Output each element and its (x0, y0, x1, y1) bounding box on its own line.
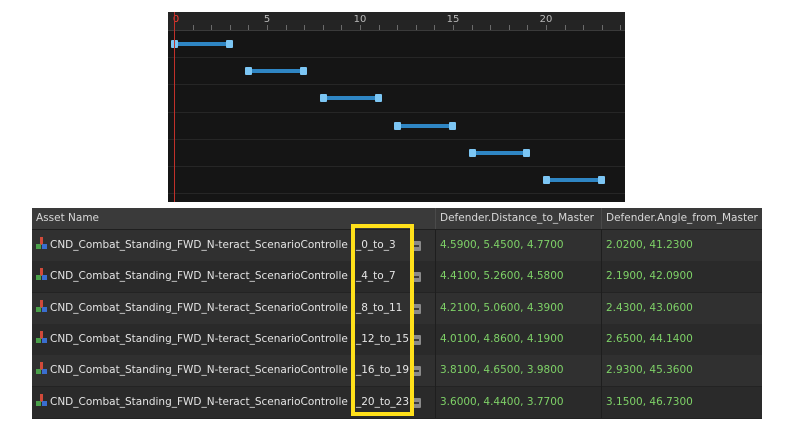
distance-value[interactable]: 4.0100, 4.8600, 4.1900 (436, 324, 600, 355)
ruler-tick-mark (285, 25, 287, 30)
angle-value[interactable]: 2.1900, 42.0900 (602, 261, 762, 292)
asset-icon (36, 268, 47, 281)
distance-value[interactable]: 4.5900, 5.4500, 4.7700 (436, 230, 600, 261)
asset-icon (36, 330, 47, 343)
ruler-tick-mark (304, 25, 306, 30)
ruler-tick-mark (564, 25, 566, 30)
clip-start-handle[interactable] (245, 67, 253, 76)
angle-value[interactable]: 2.4300, 43.0600 (602, 293, 762, 324)
clip-end-handle[interactable] (225, 40, 233, 48)
track-divider (168, 84, 625, 86)
column-divider (601, 229, 602, 418)
asset-name-base: CND_Combat_Standing_FWD_N-teract_Scenari… (50, 270, 348, 283)
ruler-tick-mark (360, 25, 361, 30)
distance-value[interactable]: 3.8100, 4.6500, 3.9800 (436, 355, 600, 386)
angle-value[interactable]: 3.1500, 46.7300 (602, 387, 762, 418)
timeline-clip[interactable] (468, 148, 531, 157)
ruler-tick-mark (453, 25, 454, 30)
timeline-clip[interactable] (171, 40, 233, 48)
ruler-tick-mark (620, 25, 622, 30)
ruler-tick-label: 15 (446, 14, 460, 25)
ruler-tick-mark (527, 25, 529, 30)
timeline-clip[interactable] (543, 176, 605, 184)
ruler-tick-mark (471, 25, 473, 30)
asset-icon (36, 393, 47, 406)
angle-value[interactable]: 2.0200, 41.2300 (602, 230, 762, 261)
track-divider (168, 111, 625, 113)
timeline-clip[interactable] (394, 121, 456, 130)
distance-value[interactable]: 4.2100, 5.0600, 4.3900 (436, 293, 600, 324)
sequencer-timeline[interactable]: 0 5 10 15 20 (168, 12, 625, 202)
asset-name-base: CND_Combat_Standing_FWD_N-teract_Scenari… (50, 239, 348, 251)
asset-name-base: CND_Combat_Standing_FWD_N-teract_Scenari… (50, 301, 348, 314)
track-divider (168, 193, 625, 195)
timeline-clip[interactable] (245, 67, 308, 76)
ruler-tick-mark (490, 25, 492, 30)
clip-start-handle[interactable] (543, 176, 550, 184)
header-distance-to-master[interactable]: Defender.Distance_to_Master (436, 208, 602, 229)
clip-end-handle[interactable] (300, 67, 308, 76)
ruler-tick-label: 20 (539, 14, 553, 25)
header-angle-from-master[interactable]: Defender.Angle_from_Master (602, 208, 762, 229)
ruler-tick-mark (211, 25, 213, 30)
ruler-tick-mark (415, 25, 417, 30)
playhead[interactable] (174, 12, 175, 202)
asset-name-base: CND_Combat_Standing_FWD_N-teract_Scenari… (50, 332, 348, 345)
ruler-tick-mark (546, 25, 547, 30)
clip-start-handle[interactable] (468, 148, 476, 157)
ruler-tick-mark (267, 25, 268, 30)
clip-start-handle[interactable] (319, 94, 327, 103)
time-ruler[interactable]: 0 5 10 15 20 (168, 12, 625, 31)
angle-value[interactable]: 2.6500, 44.1400 (602, 324, 762, 355)
distance-value[interactable]: 4.4100, 5.2600, 4.5800 (436, 261, 600, 292)
suffix-highlight-box (351, 224, 414, 416)
asset-icon (36, 299, 47, 312)
track-divider (168, 57, 625, 59)
ruler-tick-mark (434, 25, 436, 30)
ruler-tick-mark (322, 25, 324, 30)
column-divider (435, 229, 436, 418)
clip-start-handle[interactable] (394, 121, 402, 130)
ruler-tick-mark (341, 25, 343, 30)
ruler-tick-mark (583, 25, 585, 30)
angle-value[interactable]: 2.9300, 45.3600 (602, 355, 762, 386)
ruler-tick-label: 10 (353, 14, 367, 25)
track-divider (168, 138, 625, 140)
asset-icon (36, 237, 47, 249)
asset-name-base: CND_Combat_Standing_FWD_N-teract_Scenari… (50, 395, 348, 408)
ruler-tick-mark (601, 25, 603, 30)
asset-name-base: CND_Combat_Standing_FWD_N-teract_Scenari… (50, 364, 348, 377)
timeline-clip[interactable] (319, 94, 382, 103)
ruler-tick-mark (229, 25, 231, 30)
clip-end-handle[interactable] (597, 176, 605, 184)
ruler-tick-mark (378, 25, 380, 30)
ruler-tick-mark (248, 25, 250, 30)
ruler-tick-mark (192, 25, 194, 30)
ruler-tick-mark (508, 25, 510, 30)
clip-end-handle[interactable] (448, 121, 456, 130)
clip-end-handle[interactable] (523, 148, 531, 157)
ruler-tick-mark (397, 25, 399, 30)
track-divider (168, 166, 625, 167)
ruler-tick-label: 5 (263, 14, 271, 25)
clip-end-handle[interactable] (374, 94, 382, 103)
distance-value[interactable]: 3.6000, 4.4400, 3.7700 (436, 387, 600, 418)
asset-icon (36, 362, 47, 375)
